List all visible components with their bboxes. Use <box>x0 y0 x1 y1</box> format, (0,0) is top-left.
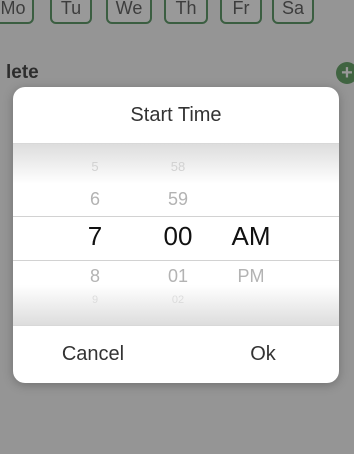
hour-wheel[interactable]: 5 6 7 8 9 <box>67 144 123 325</box>
cancel-button[interactable]: Cancel <box>43 326 143 383</box>
ok-button[interactable]: Ok <box>213 326 313 383</box>
minute-option[interactable]: 58 <box>150 159 206 174</box>
minute-option[interactable]: 59 <box>150 189 206 210</box>
selected-hour[interactable]: 7 <box>67 221 123 252</box>
period-option[interactable]: PM <box>221 266 281 287</box>
period-wheel[interactable]: AM PM <box>221 144 281 325</box>
time-picker[interactable]: 5 6 7 8 9 58 59 00 01 02 AM PM <box>13 144 339 325</box>
hour-option[interactable]: 5 <box>67 159 123 174</box>
hour-option[interactable]: 8 <box>67 266 123 287</box>
selected-period[interactable]: AM <box>221 221 281 252</box>
minute-option[interactable]: 02 <box>150 294 206 306</box>
start-time-dialog: Start Time 5 6 7 8 9 58 59 00 01 02 AM P… <box>13 87 339 383</box>
hour-option[interactable]: 6 <box>67 189 123 210</box>
selected-minute[interactable]: 00 <box>150 221 206 252</box>
dialog-title: Start Time <box>130 104 222 126</box>
hour-option[interactable]: 9 <box>67 294 123 306</box>
minute-wheel[interactable]: 58 59 00 01 02 <box>150 144 206 325</box>
minute-option[interactable]: 01 <box>150 266 206 287</box>
